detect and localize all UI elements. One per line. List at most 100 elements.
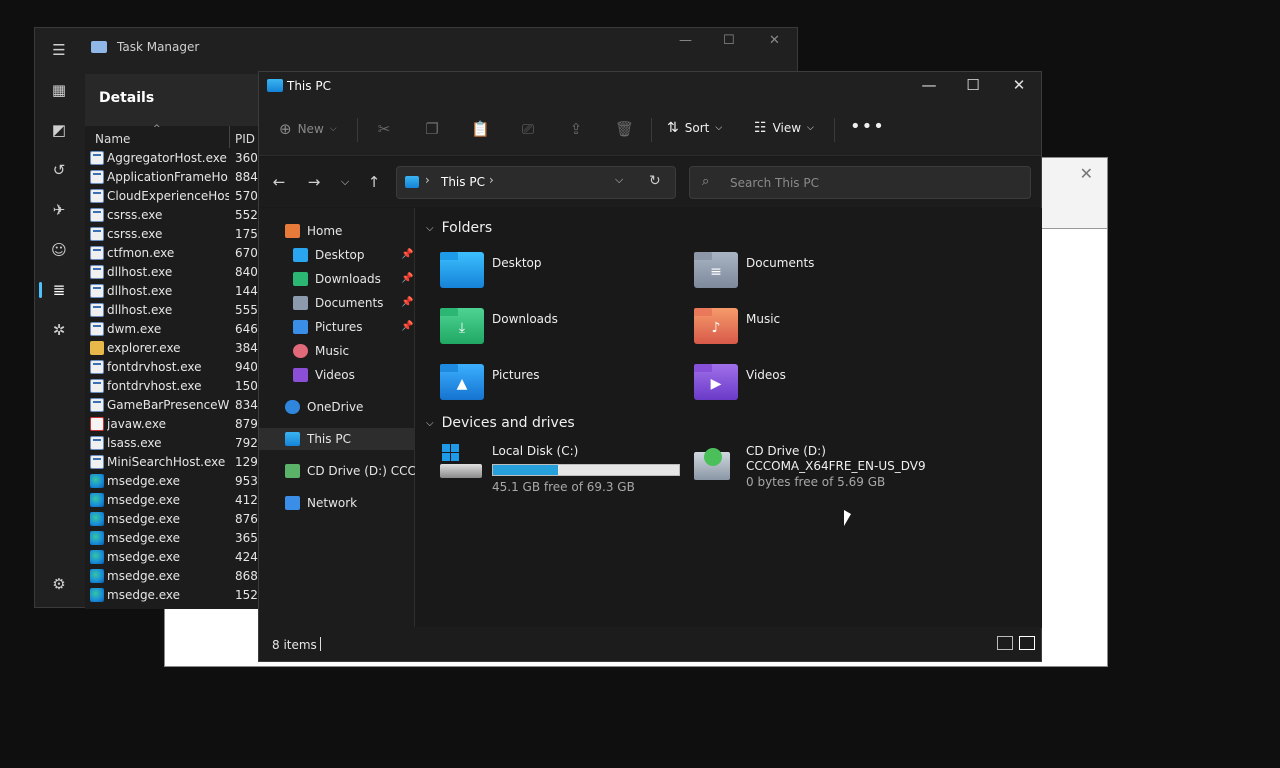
process-name: msedge.exe [107,512,181,526]
pin-icon[interactable]: 📌 [401,297,413,308]
close-icon[interactable]: ✕ [1009,76,1029,94]
address-dropdown-icon[interactable]: ⌵ [615,173,623,187]
music-icon [293,344,308,358]
sidebar-item-pictures[interactable]: Pictures [293,316,363,338]
tm-maximize-icon[interactable]: ☐ [723,33,735,48]
drive-d[interactable]: CD Drive (D:) CCCOMA_X64FRE_EN-US_DV9 0 … [694,444,954,494]
edge-process-icon [90,588,104,602]
sort-button[interactable]: ⇅ Sort ⌵ [667,120,722,136]
refresh-icon[interactable]: ↻ [649,173,661,189]
details-icon[interactable]: ≣ [49,280,69,300]
paste-icon[interactable]: 📋 [471,120,490,138]
startup-apps-icon[interactable]: ✈ [49,200,69,220]
users-icon[interactable]: ☺ [49,240,69,260]
folder-desktop[interactable]: Desktop [440,250,680,294]
sidebar-item-music[interactable]: Music [293,340,349,362]
app-history-icon[interactable]: ↺ [49,160,69,180]
devices-section-header[interactable]: ⌵ Devices and drives [426,415,575,431]
sidebar-item-this-pc[interactable]: This PC [259,428,414,450]
folder-label: Videos [746,368,786,382]
chevron-down-icon: ⌵ [426,222,434,234]
copy-icon[interactable]: ❐ [423,120,441,138]
sidebar-item-cd-drive[interactable]: CD Drive (D:) CCCOM [285,460,415,482]
address-bar[interactable]: › This PC › ⌵ ↻ [396,166,676,199]
folder-videos[interactable]: ▶ Videos [694,362,934,406]
sidebar-item-onedrive[interactable]: OneDrive [285,396,363,418]
folder-downloads[interactable]: ⤓ Downloads [440,306,680,350]
services-icon[interactable]: ✲ [49,320,69,340]
process-pid: 552 [235,208,258,222]
folder-documents[interactable]: ≡ Documents [694,250,934,294]
explorer-titlebar: This PC — ☐ ✕ [259,72,1041,102]
navigation-pane: Home Desktop 📌 Downloads 📌 Documents 📌 P… [259,208,415,628]
sidebar-item-desktop[interactable]: Desktop [293,244,365,266]
videos-icon [293,368,308,382]
app-process-icon [90,170,104,184]
forward-arrow-icon[interactable]: → [304,172,324,192]
section-title: Folders [441,220,493,236]
separator [834,118,835,142]
drive-free-space: 0 bytes free of 5.69 GB [746,475,886,489]
desktop-folder-icon [440,252,484,288]
large-icons-view-icon[interactable] [1019,636,1035,650]
search-box[interactable]: ⌕ Search This PC [689,166,1031,199]
network-icon [285,496,300,510]
new-label: New [297,122,324,136]
pin-icon[interactable]: 📌 [401,273,413,284]
home-icon [285,224,300,238]
maximize-icon[interactable]: ☐ [963,76,983,94]
more-options-icon[interactable]: ••• [850,116,885,137]
folder-pictures[interactable]: ▲ Pictures [440,362,680,406]
drive-c[interactable]: Local Disk (C:) 45.1 GB free of 69.3 GB [440,444,680,494]
processes-icon[interactable]: ▦ [49,80,69,100]
sidebar-item-documents[interactable]: Documents [293,292,383,314]
folders-section-header[interactable]: ⌵ Folders [426,220,492,236]
new-button[interactable]: ⊕ New ⌵ [279,120,337,138]
local-disk-icon [440,444,484,484]
chevron-down-icon: ⌵ [807,123,814,133]
sidebar-item-downloads[interactable]: Downloads [293,268,381,290]
folder-music[interactable]: ♪ Music [694,306,934,350]
app-process-icon [90,322,104,336]
view-button[interactable]: ☷ View ⌵ [754,120,814,136]
separator [357,118,358,142]
search-icon: ⌕ [702,174,710,189]
address-location[interactable]: This PC [441,175,485,189]
pin-icon[interactable]: 📌 [401,249,413,260]
details-view-icon[interactable] [997,636,1013,650]
folder-label: Downloads [492,312,558,326]
desktop-icon [293,248,308,262]
command-bar: ⊕ New ⌵ ✂ ❐ 📋 ⎚ ⇪ 🗑 ⇅ Sort ⌵ ☷ View ⌵ ••… [259,102,1041,156]
edge-process-icon [90,550,104,564]
tm-minimize-icon[interactable]: — [679,33,692,48]
sidebar-item-videos[interactable]: Videos [293,364,355,386]
chevron-down-icon: ⌵ [715,123,723,133]
background-close-icon[interactable]: ✕ [1080,164,1093,183]
back-arrow-icon[interactable]: ← [269,172,289,192]
performance-icon[interactable]: ◩ [49,120,69,140]
breadcrumb-chevron-icon[interactable]: › [489,173,494,187]
process-name: msedge.exe [107,493,181,507]
sort-icon: ⇅ [667,120,679,136]
sidebar-label: OneDrive [307,400,364,414]
column-name[interactable]: Name [95,132,130,146]
recent-locations-chevron-icon[interactable]: ⌵ [335,172,355,192]
app-process-icon [90,303,104,317]
breadcrumb-chevron-icon[interactable]: › [425,173,430,187]
column-pid[interactable]: PID [235,132,255,146]
settings-gear-icon[interactable]: ⚙ [49,574,69,594]
rename-icon[interactable]: ⎚ [519,120,537,138]
sidebar-item-home[interactable]: Home [285,220,342,242]
cut-icon[interactable]: ✂ [375,120,393,138]
delete-icon[interactable]: 🗑 [615,120,634,138]
minimize-icon[interactable]: — [919,76,939,94]
pin-icon[interactable]: 📌 [401,321,413,332]
edge-process-icon [90,493,104,507]
column-separator[interactable] [229,126,230,148]
hamburger-menu-icon[interactable]: ☰ [49,40,69,60]
up-arrow-icon[interactable]: ↑ [364,172,384,192]
sidebar-item-network[interactable]: Network [285,492,357,514]
tm-close-icon[interactable]: ✕ [769,33,780,48]
app-process-icon [90,284,104,298]
share-icon[interactable]: ⇪ [567,120,585,138]
